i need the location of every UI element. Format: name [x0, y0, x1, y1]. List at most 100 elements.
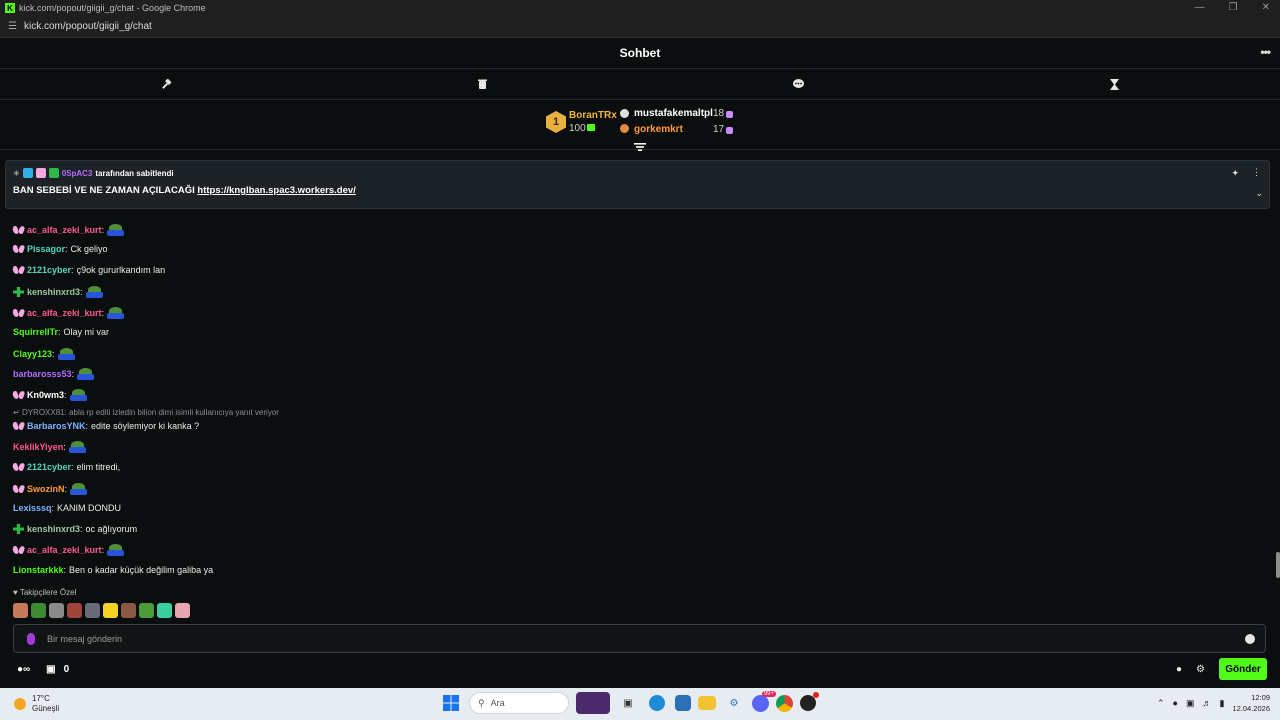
chat-username[interactable]: ac_alfa_zeki_kurt	[27, 225, 102, 235]
pepe-emote-icon[interactable]	[69, 389, 87, 401]
hammer-icon[interactable]	[159, 77, 173, 91]
chat-username[interactable]: Clayy123	[13, 349, 52, 359]
pepe-emote-icon[interactable]	[107, 544, 125, 556]
emoji-picker-icon[interactable]	[1245, 633, 1255, 644]
site-settings-icon[interactable]: ☰	[8, 21, 17, 32]
file-explorer-icon[interactable]	[698, 696, 716, 710]
chat-separator: :	[58, 327, 61, 337]
pinned-by-user[interactable]: 0SpAC3	[62, 169, 93, 178]
chat-separator: :	[71, 369, 75, 379]
chat-message: 2121cyber: ç9ok gururlkandım lan	[11, 264, 165, 275]
chat-message: 2121cyber: elim titredi,	[11, 461, 120, 472]
chat-options-icon[interactable]: ●	[1176, 664, 1182, 675]
leader-second-name[interactable]: mustafakemaltpl	[634, 108, 713, 119]
kicks-points-icon[interactable]: ●∞	[17, 664, 30, 675]
volume-icon[interactable]: ♬	[1203, 698, 1212, 708]
settings-app-icon[interactable]: ⚙	[723, 692, 745, 714]
kicks-icon	[726, 127, 733, 134]
emote-icon[interactable]	[139, 603, 154, 618]
address-bar[interactable]: ☰ kick.com/popout/giigii_g/chat	[0, 16, 1280, 38]
microphone-tray-icon[interactable]: ●	[1173, 698, 1178, 708]
chevron-down-icon[interactable]: ⌄	[1255, 188, 1263, 199]
emote-icon[interactable]	[67, 603, 82, 618]
url-text[interactable]: kick.com/popout/giigii_g/chat	[24, 21, 152, 32]
chevron-up-icon[interactable]: ⌃	[1157, 698, 1165, 709]
chrome-icon[interactable]	[776, 694, 793, 712]
chat-bubble-icon[interactable]	[791, 77, 805, 91]
chat-username[interactable]: BarbarosYNK	[27, 421, 86, 431]
chat-username[interactable]: Pissagor	[27, 244, 65, 254]
app-icon[interactable]	[800, 692, 819, 711]
more-options-icon[interactable]: •••	[1260, 45, 1271, 59]
pinned-more-icon[interactable]: ⋮	[1252, 167, 1261, 178]
chat-separator: :	[63, 565, 67, 575]
chat-username[interactable]: SquirrelITr	[13, 327, 58, 337]
chat-username[interactable]: ac_alfa_zeki_kurt	[27, 545, 102, 555]
store-icon[interactable]	[675, 695, 691, 711]
battery-icon[interactable]: ▮	[1220, 698, 1225, 709]
network-icon[interactable]: ▣	[1186, 698, 1195, 709]
pepe-emote-icon[interactable]	[107, 224, 125, 236]
page-title: Sohbet	[619, 46, 661, 60]
message-input[interactable]	[47, 633, 1245, 644]
pinned-link[interactable]: https://knglban.spac3.workers.dev/	[197, 185, 355, 196]
emote-icon[interactable]	[103, 603, 118, 618]
minimize-button[interactable]: —	[1195, 2, 1205, 13]
chat-username[interactable]: 2121cyber	[27, 265, 71, 275]
settings-gear-icon[interactable]: ⚙	[1196, 664, 1205, 675]
pepe-emote-icon[interactable]	[107, 307, 125, 319]
clock[interactable]: 12:09 12.04.2026	[1232, 692, 1270, 714]
chat-username[interactable]: SwozinN	[27, 484, 65, 494]
task-view-icon[interactable]: ▣	[617, 692, 639, 714]
chat-bottom-bar: ●∞ ▣ 0 ● ⚙ Gönder	[0, 656, 1280, 684]
chat-message-list: ac_alfa_zeki_kurt: Pissagor: Ck geliyo 2121…	[0, 214, 1280, 584]
emote-icon[interactable]	[157, 603, 172, 618]
chat-username[interactable]: barbarosss53	[13, 369, 72, 379]
chat-separator: :	[63, 442, 66, 452]
chat-username[interactable]: Lionstarkkk	[13, 565, 64, 575]
window-controls: — ❐ ✕	[1195, 2, 1270, 13]
leader-third-name[interactable]: gorkemkrt	[634, 124, 683, 135]
leader-first-value: 100	[569, 123, 586, 134]
pepe-emote-icon[interactable]	[68, 441, 86, 453]
butterfly-badge-icon	[11, 264, 26, 275]
maximize-button[interactable]: ❐	[1229, 2, 1238, 13]
chat-separator: :	[71, 462, 74, 472]
trash-icon[interactable]	[475, 77, 489, 91]
close-button[interactable]: ✕	[1262, 2, 1270, 13]
taskbar-search[interactable]: ⚲ Ara	[469, 692, 569, 714]
pepe-emote-icon[interactable]	[70, 483, 88, 495]
search-highlight-icon[interactable]	[576, 692, 610, 714]
edge-icon[interactable]	[649, 695, 665, 711]
pepe-emote-icon[interactable]	[85, 286, 103, 298]
emote-icon[interactable]	[175, 603, 190, 618]
emote-icon[interactable]	[121, 603, 136, 618]
hourglass-icon[interactable]	[1107, 77, 1121, 91]
discord-icon[interactable]: 99+	[752, 690, 776, 712]
chat-username[interactable]: kenshinxrd3	[27, 287, 80, 297]
send-button[interactable]: Gönder	[1219, 658, 1267, 680]
pepe-emote-icon[interactable]	[77, 368, 95, 380]
chat-username[interactable]: 2121cyber	[27, 462, 71, 472]
microphone-icon[interactable]	[27, 632, 35, 645]
emote-icon[interactable]	[31, 603, 46, 618]
pepe-emote-icon[interactable]	[57, 348, 75, 360]
unpin-icon[interactable]: ✦	[1231, 168, 1239, 179]
chat-username[interactable]: Kn0wm3	[27, 390, 64, 400]
chat-username[interactable]: KeklikYiyen	[13, 442, 63, 452]
chat-username[interactable]: Lexisssq	[13, 503, 52, 513]
filter-icon[interactable]	[634, 143, 646, 154]
emote-icon[interactable]	[49, 603, 64, 618]
chat-separator: :	[71, 265, 74, 275]
pinned-by-suffix: tarafından sabitlendi	[95, 168, 174, 178]
windows-start-icon[interactable]	[440, 692, 462, 714]
emote-icon[interactable]	[85, 603, 100, 618]
weather-widget[interactable]: 17°C Güneşli	[14, 694, 59, 714]
emote-icon[interactable]	[13, 603, 28, 618]
leader-first-name[interactable]: BoranTRx	[569, 110, 617, 121]
chat-username[interactable]: ac_alfa_zeki_kurt	[27, 308, 102, 318]
gift-box-icon[interactable]: ▣	[46, 664, 55, 675]
pinned-header: ✳ 0SpAC3 tarafından sabitlendi	[13, 168, 174, 178]
scrollbar[interactable]	[1276, 552, 1280, 578]
chat-username[interactable]: kenshinxrd3	[27, 524, 80, 534]
